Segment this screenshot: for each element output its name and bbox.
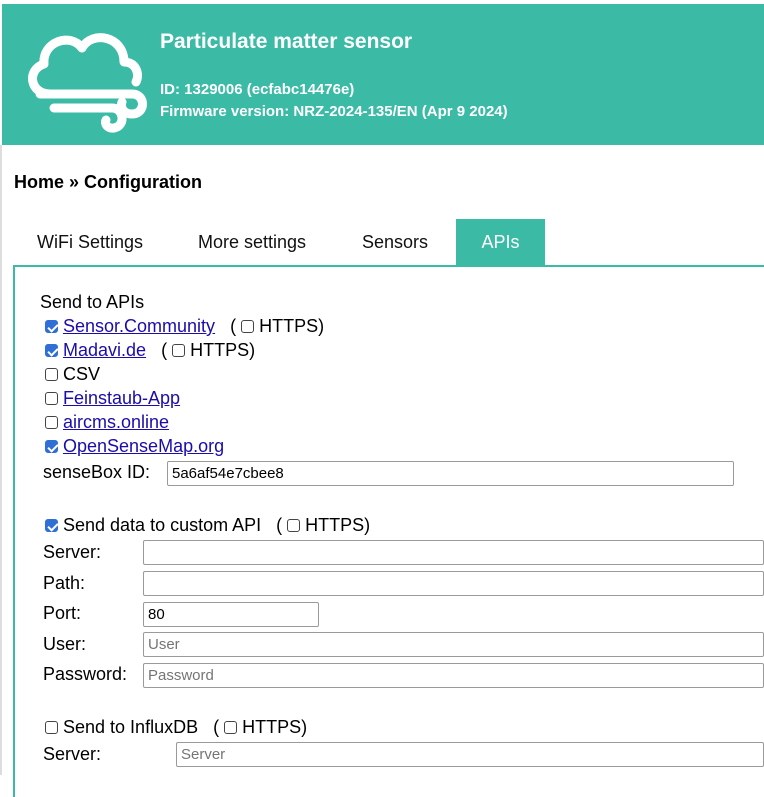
paren-close: ) <box>301 717 308 737</box>
opensensemap-link[interactable]: OpenSenseMap.org <box>63 436 224 456</box>
sensor-community-checkbox[interactable] <box>45 320 58 333</box>
page-header: Particulate matter sensor ID: 1329006 (e… <box>2 4 764 145</box>
custom-api-row: Send data to custom API ( HTTPS) <box>45 515 370 536</box>
feinstaub-link[interactable]: Feinstaub-App <box>63 388 180 408</box>
sensebox-id-label: senseBox ID: <box>43 462 151 482</box>
custom-api-label: Send data to custom API <box>63 515 262 535</box>
user-placeholder: User <box>148 636 180 653</box>
custom-api-checkbox[interactable] <box>45 519 58 532</box>
custom-user-label: User: <box>43 634 87 654</box>
influx-server-placeholder: Server <box>181 746 226 763</box>
custom-password-label: Password: <box>43 664 128 684</box>
cloud-wind-icon <box>28 33 147 133</box>
madavi-https-checkbox[interactable] <box>172 344 186 357</box>
influxdb-checkbox[interactable] <box>45 721 58 734</box>
app-title: Particulate matter sensor <box>160 30 413 53</box>
send-to-apis-heading: Send to APIs <box>40 292 145 312</box>
api-row-feinstaub: Feinstaub-App <box>45 388 180 409</box>
sensor-community-link[interactable]: Sensor.Community <box>63 316 215 336</box>
api-row-sensor-community: Sensor.Community ( HTTPS) <box>45 316 324 337</box>
custom-port-label: Port: <box>43 603 82 623</box>
paren-open: ( <box>213 717 220 737</box>
https-label: HTTPS <box>242 717 302 737</box>
influxdb-row: Send to InfluxDB ( HTTPS) <box>45 717 307 738</box>
tab-apis[interactable]: APIs <box>456 219 545 265</box>
custom-server-label: Server: <box>43 542 102 562</box>
custom-path-input[interactable] <box>143 571 764 596</box>
password-placeholder: Password <box>148 667 214 684</box>
api-row-opensensemap: OpenSenseMap.org <box>45 436 224 457</box>
paren-open: ( <box>161 340 168 360</box>
https-label: HTTPS <box>190 340 250 360</box>
custom-server-input[interactable] <box>143 540 764 565</box>
custom-user-input[interactable]: User <box>143 632 764 657</box>
tab-wifi-settings[interactable]: WiFi Settings <box>37 219 143 265</box>
influxdb-https-checkbox[interactable] <box>224 721 238 734</box>
https-label: HTTPS <box>305 515 365 535</box>
breadcrumb: Home » Configuration <box>14 172 202 192</box>
tab-more-settings[interactable]: More settings <box>198 219 306 265</box>
https-label: HTTPS <box>259 316 319 336</box>
custom-port-input[interactable]: 80 <box>143 602 319 627</box>
left-divider <box>0 145 2 775</box>
paren-close: ) <box>318 316 325 336</box>
custom-password-input[interactable]: Password <box>143 663 764 688</box>
influx-server-label: Server: <box>43 744 102 764</box>
opensensemap-checkbox[interactable] <box>45 440 58 453</box>
api-row-aircms: aircms.online <box>45 412 169 433</box>
tab-sensors[interactable]: Sensors <box>362 219 428 265</box>
madavi-checkbox[interactable] <box>45 344 58 357</box>
influx-server-input[interactable]: Server <box>176 742 764 767</box>
madavi-link[interactable]: Madavi.de <box>63 340 146 360</box>
influxdb-label: Send to InfluxDB <box>63 717 199 737</box>
sensebox-id-input[interactable]: 5a6af54e7cbee8 <box>167 461 734 486</box>
custom-api-https-checkbox[interactable] <box>287 519 301 532</box>
api-row-csv: CSV <box>45 364 100 385</box>
api-row-madavi: Madavi.de ( HTTPS) <box>45 340 255 361</box>
paren-open: ( <box>276 515 283 535</box>
aircms-link[interactable]: aircms.online <box>63 412 169 432</box>
firmware-version: Firmware version: NRZ-2024-135/EN (Apr 9… <box>160 103 508 120</box>
paren-close: ) <box>364 515 371 535</box>
csv-label: CSV <box>63 364 101 384</box>
device-id: ID: 1329006 (ecfabc14476e) <box>160 81 355 98</box>
custom-path-label: Path: <box>43 573 86 593</box>
feinstaub-checkbox[interactable] <box>45 392 58 405</box>
aircms-checkbox[interactable] <box>45 416 58 429</box>
paren-close: ) <box>249 340 256 360</box>
sensor-community-https-checkbox[interactable] <box>241 320 255 333</box>
csv-checkbox[interactable] <box>45 368 58 381</box>
paren-open: ( <box>230 316 237 336</box>
